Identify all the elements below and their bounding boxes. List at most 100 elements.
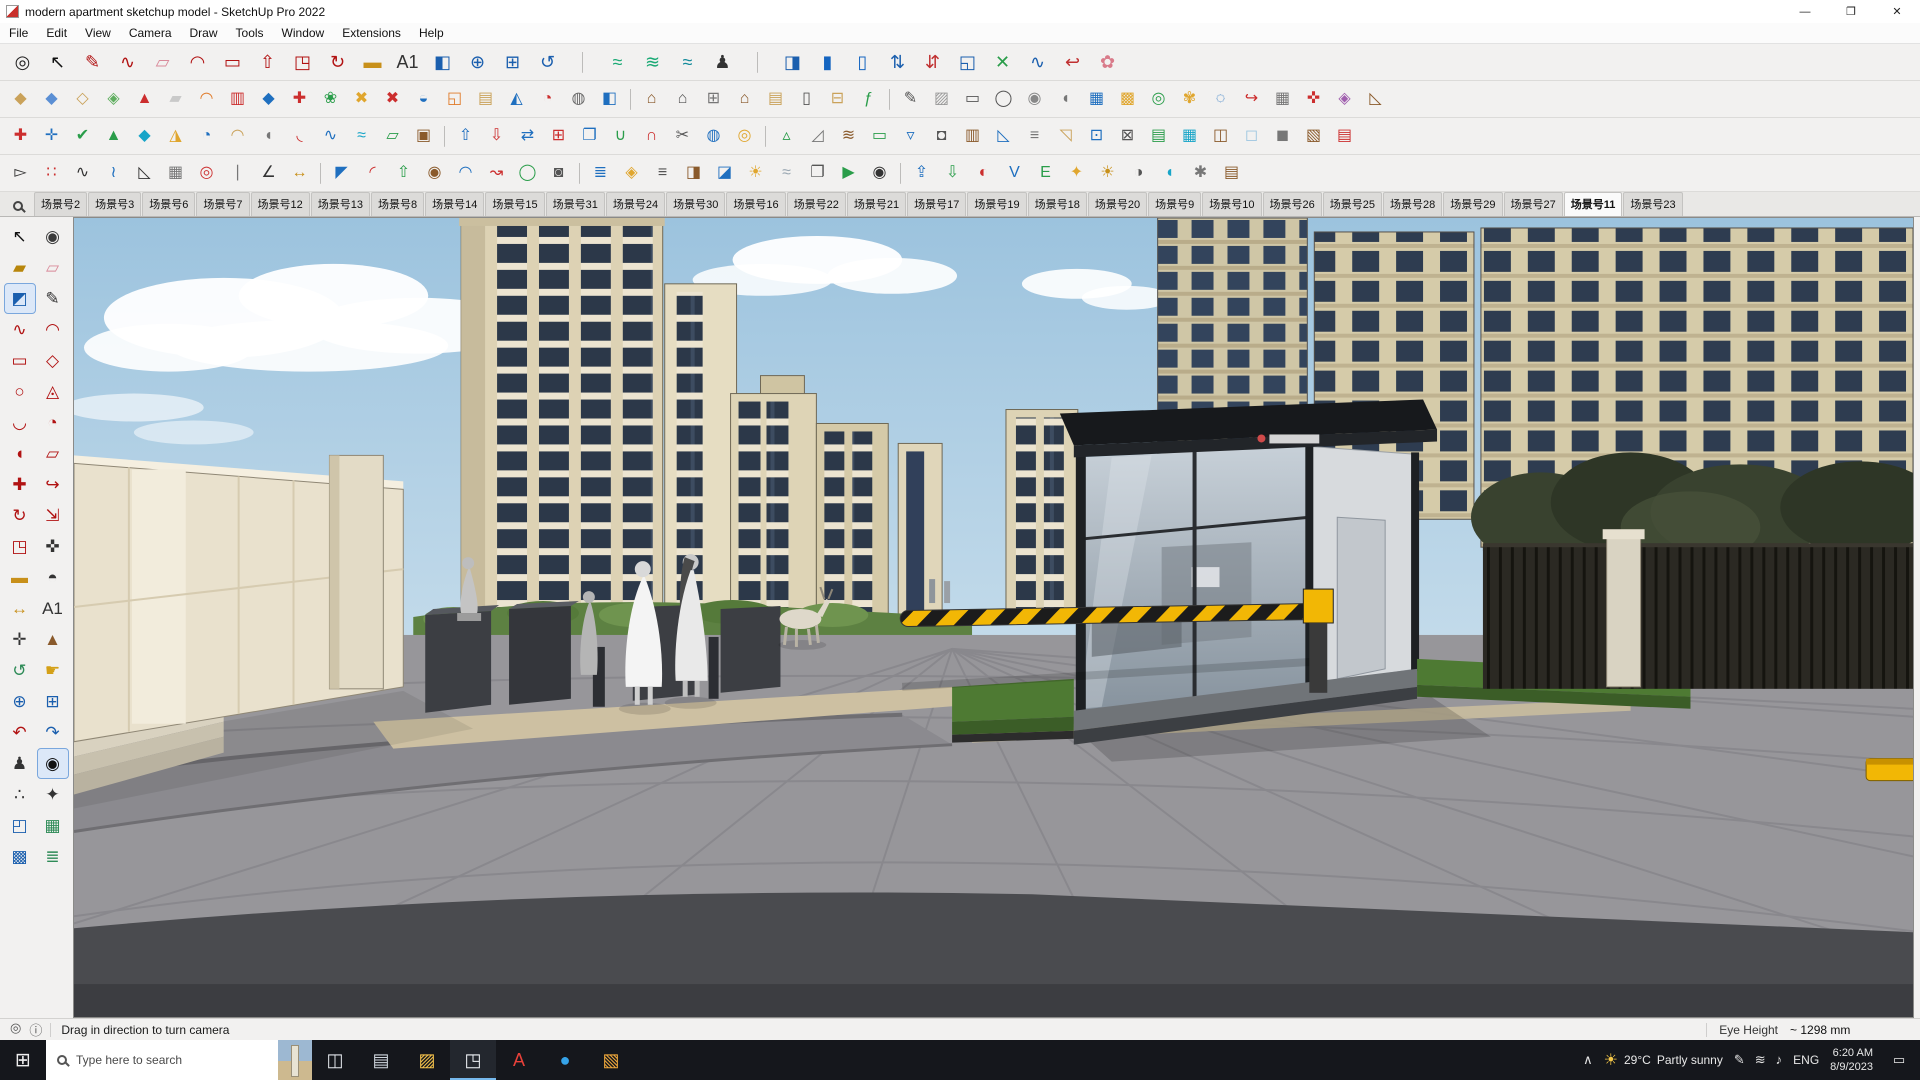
r4-settings-icon[interactable]: ✱ xyxy=(1186,159,1215,187)
ribbon-icon[interactable]: ✿ xyxy=(1091,48,1124,76)
scene-tab[interactable]: 场景号14 xyxy=(425,192,485,216)
plugin-x-yellow-icon[interactable]: ✖ xyxy=(347,85,376,113)
r4-angle-icon[interactable]: ∠ xyxy=(254,159,283,187)
section-display-tool[interactable]: ▦ xyxy=(38,811,68,840)
section-outline-tool[interactable]: ≣ xyxy=(38,842,68,871)
rotated-rectangle-tool[interactable]: ◇ xyxy=(38,346,68,375)
orbit-icon[interactable]: ↺ xyxy=(531,48,564,76)
plugin-door-icon[interactable]: ▯ xyxy=(792,85,821,113)
zoom-in-icon[interactable]: ⊕ xyxy=(461,48,494,76)
plugin-box-tan-icon[interactable]: ◇ xyxy=(68,85,97,113)
r4-extrude-icon[interactable]: ⇧ xyxy=(389,159,418,187)
geolocation-icon[interactable]: ◎ xyxy=(10,1020,21,1039)
r3-road-icon[interactable]: ◿ xyxy=(803,122,832,150)
menu-item[interactable]: Tools xyxy=(227,24,273,42)
task-view-icon[interactable]: ◫ xyxy=(312,1040,358,1080)
plugin-ring-icon[interactable]: ◍ xyxy=(564,85,593,113)
minimize-button[interactable]: — xyxy=(1782,0,1828,23)
sandbox-smoove-icon[interactable]: ≋ xyxy=(636,48,669,76)
green-x-icon[interactable]: ✕ xyxy=(986,48,1019,76)
column-icon[interactable]: ▮ xyxy=(811,48,844,76)
section-box-icon[interactable]: ◱ xyxy=(951,48,984,76)
r4-enscape-icon[interactable]: E xyxy=(1031,159,1060,187)
scene-tab[interactable]: 场景号30 xyxy=(666,192,726,216)
r4-polyline-icon[interactable]: ◺ xyxy=(130,159,159,187)
scene-tab[interactable]: 场景号19 xyxy=(967,192,1027,216)
plugin-wall-icon[interactable]: ▤ xyxy=(761,85,790,113)
line-tool[interactable]: ✎ xyxy=(38,284,68,313)
credits-icon[interactable]: ⓘ xyxy=(29,1020,42,1039)
r3-wave-icon[interactable]: ≈ xyxy=(347,122,376,150)
plugin-rect-icon[interactable]: ▭ xyxy=(958,85,987,113)
scene-tab[interactable]: 场景号11 xyxy=(1563,192,1623,216)
plugin-return-icon[interactable]: ↪ xyxy=(1237,85,1266,113)
plugin-flower-icon[interactable]: ✾ xyxy=(1175,85,1204,113)
tape-measure-icon[interactable]: ▬ xyxy=(356,48,389,76)
component-tool[interactable]: ◩ xyxy=(3,283,36,314)
zoom-window-tool[interactable]: ⊞ xyxy=(38,687,68,716)
scene-tab[interactable]: 场景号15 xyxy=(485,192,545,216)
r3-railing-icon[interactable]: ≡ xyxy=(1020,122,1049,150)
scene-tab[interactable]: 场景号10 xyxy=(1202,192,1262,216)
curve-icon[interactable]: ∿ xyxy=(1021,48,1054,76)
r3-stamp-icon[interactable]: ◘ xyxy=(927,122,956,150)
plugin-target-icon[interactable]: ◎ xyxy=(1144,85,1173,113)
r4-shell-icon[interactable]: ◯ xyxy=(513,159,542,187)
scene-tab[interactable]: 场景号2 xyxy=(34,192,88,216)
rectangle-tool[interactable]: ▭ xyxy=(5,346,35,375)
r3-plane-icon[interactable]: ▱ xyxy=(378,122,407,150)
r4-camera-icon[interactable]: ◉ xyxy=(865,159,894,187)
scene-tab[interactable]: 场景号6 xyxy=(142,192,196,216)
r3-frame-icon[interactable]: ◫ xyxy=(1206,122,1235,150)
scene-tab[interactable]: 场景号16 xyxy=(726,192,786,216)
r4-tags-icon[interactable]: ◈ xyxy=(617,159,646,187)
plugin-box-icon[interactable]: ◆ xyxy=(6,85,35,113)
r3-curtain-icon[interactable]: ▦ xyxy=(1175,122,1204,150)
paint-roller-tool[interactable]: ▰ xyxy=(5,253,35,282)
scale-tool[interactable]: ⇲ xyxy=(38,501,68,530)
r3-shell-icon[interactable]: ◠ xyxy=(223,122,252,150)
scene-tab[interactable]: 场景号23 xyxy=(1623,192,1683,216)
freehand-tool-icon[interactable]: ∿ xyxy=(111,48,144,76)
r4-measure-icon[interactable]: ↔ xyxy=(285,159,314,187)
scene-search-icon[interactable] xyxy=(6,196,30,216)
rotate-tool-icon[interactable]: ↻ xyxy=(321,48,354,76)
eraser-tool[interactable]: ▱ xyxy=(38,253,68,282)
plugin-target-gray-icon[interactable]: ◉ xyxy=(1020,85,1049,113)
zoom-search-icon[interactable]: ◎ xyxy=(6,48,39,76)
plugin-house-icon[interactable]: ⌂ xyxy=(637,85,666,113)
tool-icon[interactable] xyxy=(575,160,584,186)
r3-shellify-icon[interactable]: ◎ xyxy=(730,122,759,150)
r4-fillet-icon[interactable]: ◜ xyxy=(358,159,387,187)
tray-chevron-icon[interactable]: ∧ xyxy=(1583,1052,1593,1068)
plugin-ellipse-icon[interactable]: ◖ xyxy=(1051,85,1080,113)
search-input[interactable]: Type here to search xyxy=(46,1040,278,1080)
pie-tool[interactable]: ◔ xyxy=(38,408,68,437)
plugin-fredo-icon[interactable]: ƒ xyxy=(854,85,883,113)
menu-item[interactable]: Help xyxy=(410,24,453,42)
pan-tool[interactable]: ☛ xyxy=(38,656,68,685)
3d-text-tool[interactable]: ▲ xyxy=(38,625,68,654)
select-tool[interactable]: ↖ xyxy=(5,222,35,251)
plugin-fill-icon[interactable]: ◧ xyxy=(595,85,624,113)
plugin-gem-icon[interactable]: ◈ xyxy=(1330,85,1359,113)
plugin-cloud-icon[interactable]: ◌ xyxy=(1206,85,1235,113)
r4-scenes-icon[interactable]: ❐ xyxy=(803,159,832,187)
r3-terrain-icon[interactable]: ▵ xyxy=(772,122,801,150)
plugin-roof-icon[interactable]: ◱ xyxy=(440,85,469,113)
r3-arrow-up-icon[interactable]: ⇧ xyxy=(451,122,480,150)
sandbox-stamp-icon[interactable]: ≈ xyxy=(671,48,704,76)
dimension-tool[interactable]: ↔ xyxy=(5,594,35,623)
panel-icon[interactable]: ▯ xyxy=(846,48,879,76)
network-icon[interactable]: ≋ xyxy=(1755,1052,1766,1068)
r4-panorama-icon[interactable]: ◖ xyxy=(1155,159,1184,187)
section-plane-tool[interactable]: ◰ xyxy=(5,811,35,840)
scene-tab[interactable]: 场景号18 xyxy=(1027,192,1087,216)
polygon-tool[interactable]: ◬ xyxy=(38,377,68,406)
r3-spiral-icon[interactable]: ◔ xyxy=(192,122,221,150)
r3-twist-icon[interactable]: ∿ xyxy=(316,122,345,150)
zoom-extents-icon[interactable]: ⊞ xyxy=(496,48,529,76)
r4-bezier-icon[interactable]: ∿ xyxy=(68,159,97,187)
r4-pointer-icon[interactable]: ▻ xyxy=(6,159,35,187)
r4-lathe-icon[interactable]: ◉ xyxy=(420,159,449,187)
